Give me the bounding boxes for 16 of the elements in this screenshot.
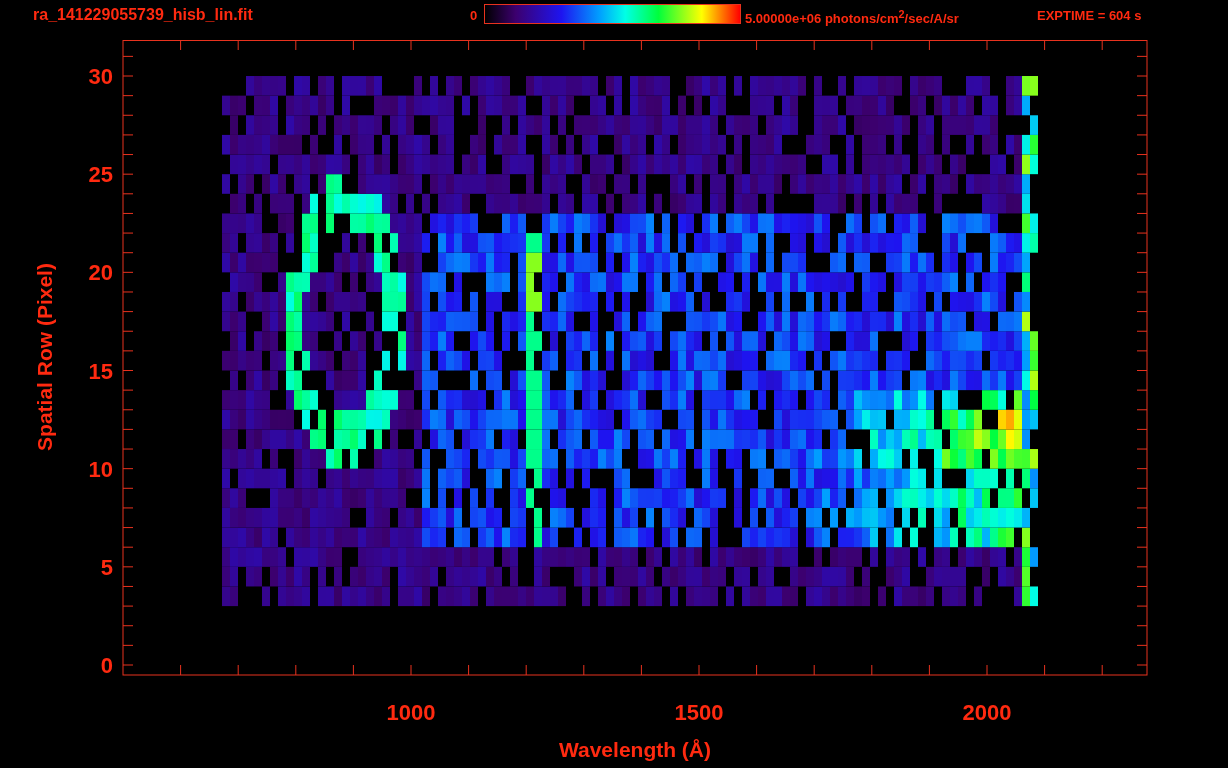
y-tick-label: 25 [88,162,113,188]
file-title: ra_141229055739_hisb_lin.fit [33,6,254,24]
y-axis-label: Spatial Row (Pixel) [33,263,56,451]
colorbar-max-label: 5.00000e+06 photons/cm$^{2}$/sec/A/sr [745,8,960,27]
exposure-time: EXPTIME = 604 s [1037,8,1142,23]
colorbar-min-label: 0 [470,8,479,23]
y-tick-label: 15 [88,358,113,384]
y-tick-label: 0 [100,653,113,678]
y-tick-label: 30 [88,64,113,89]
x-tick-label: 1000 [386,700,436,725]
x-tick-label: 2000 [962,700,1012,725]
y-tick-label: 20 [88,260,113,286]
x-axis-label: Wavelength (Å) [558,738,712,761]
y-tick-label: 5 [100,554,113,580]
y-tick-label: 10 [88,456,113,482]
x-tick-label: 1500 [674,700,724,725]
